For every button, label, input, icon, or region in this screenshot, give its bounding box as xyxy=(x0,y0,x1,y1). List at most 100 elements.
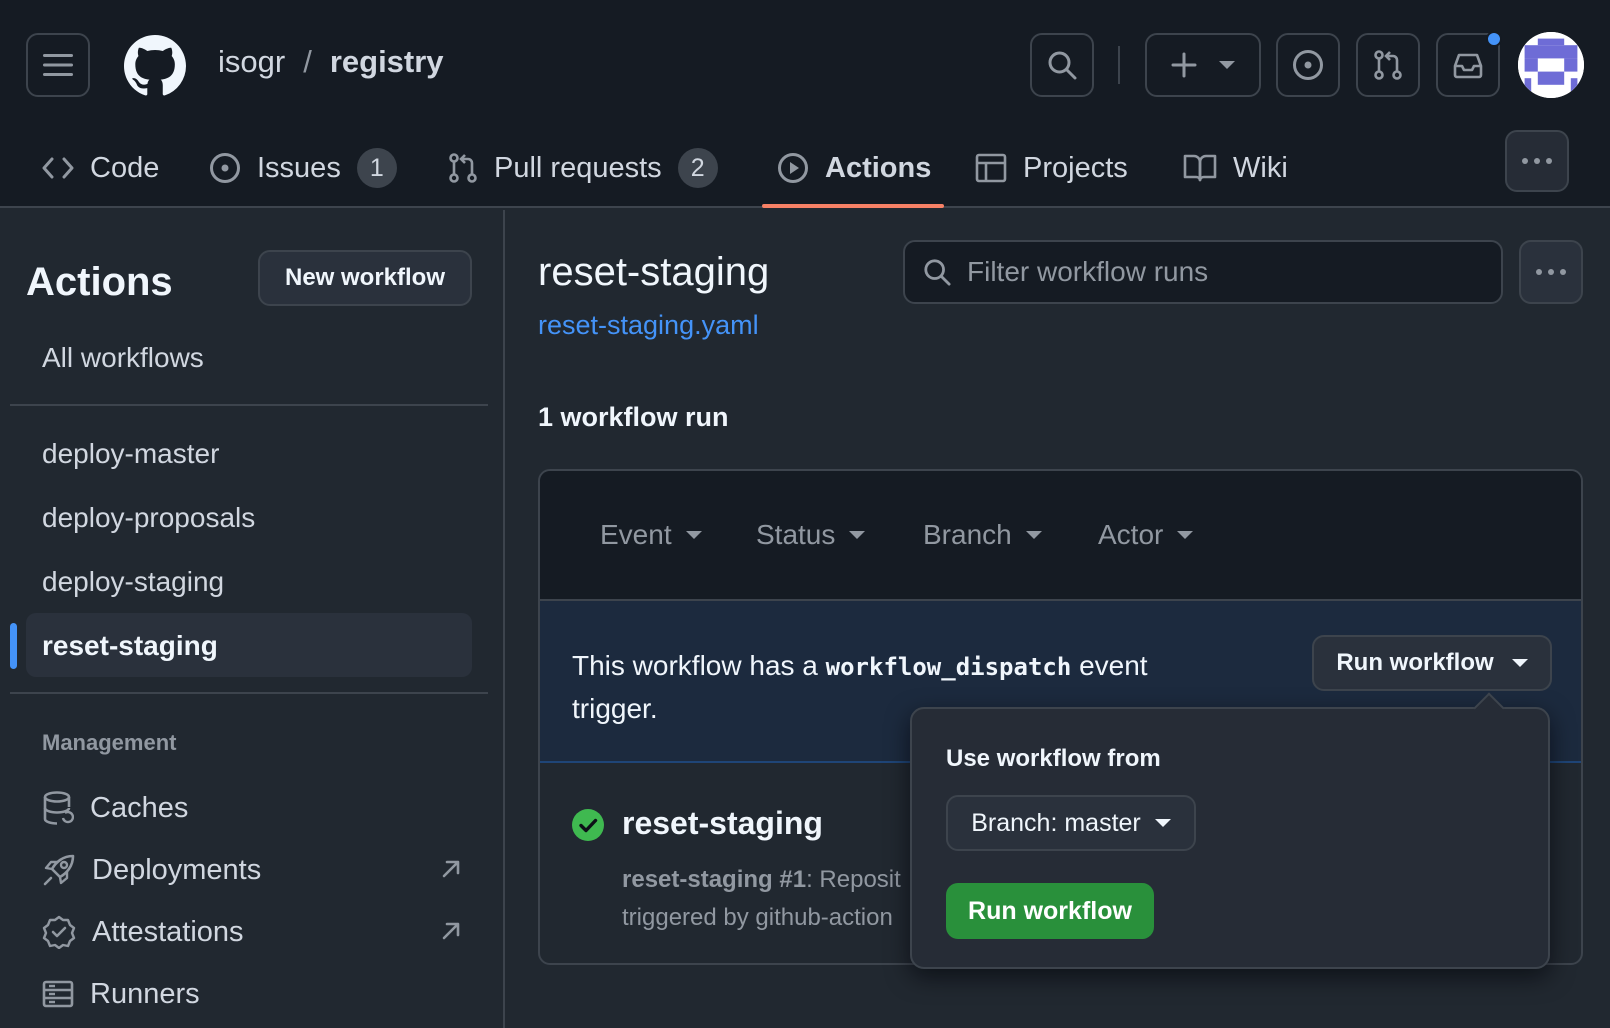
new-workflow-button[interactable]: New workflow xyxy=(258,250,472,306)
sidebar-title: Actions xyxy=(26,260,173,304)
link-external-icon xyxy=(442,922,460,940)
kebab-horizontal-icon xyxy=(1522,158,1552,164)
sidebar-item-all-workflows[interactable]: All workflows xyxy=(42,342,204,374)
dispatch-prefix: This workflow has a xyxy=(572,650,818,681)
table-icon xyxy=(975,153,1007,183)
database-icon xyxy=(43,791,74,825)
run-description: : Reposit xyxy=(806,866,901,893)
issue-opened-icon xyxy=(1293,50,1323,80)
tabs-overflow-button[interactable] xyxy=(1505,130,1569,192)
sidebar-item-label: Runners xyxy=(90,977,200,1010)
branch-select-label: Branch: master xyxy=(971,808,1141,837)
sidebar-item-deployments[interactable]: Deployments xyxy=(42,850,462,890)
link-external-icon xyxy=(442,860,460,878)
chevron-down-icon xyxy=(1219,61,1235,69)
verified-icon xyxy=(42,915,76,949)
sidebar-item-label: Caches xyxy=(90,791,189,824)
workflow-options-button[interactable] xyxy=(1519,240,1583,304)
dispatch-event-code: workflow_dispatch xyxy=(825,653,1072,681)
actions-sidebar: Actions New workflow All workflows deplo… xyxy=(0,210,505,1028)
workflow-run-meta: reset-staging #1: Reposit triggered by g… xyxy=(622,861,922,937)
run-workflow-submit-button[interactable]: Run workflow xyxy=(946,883,1154,939)
play-icon xyxy=(778,153,808,183)
tab-code[interactable]: Code xyxy=(42,128,159,208)
sidebar-item-caches[interactable]: Caches xyxy=(42,788,462,828)
filter-label: Event xyxy=(600,519,672,550)
tab-label: Actions xyxy=(825,151,932,184)
workflow-file-link[interactable]: reset-staging.yaml xyxy=(538,310,759,341)
sidebar-item-workflow[interactable]: deploy-proposals xyxy=(42,502,255,534)
tab-label: Wiki xyxy=(1233,151,1288,184)
git-pull-request-icon xyxy=(1374,50,1402,80)
pull-requests-count-badge: 2 xyxy=(677,148,718,188)
create-new-button[interactable] xyxy=(1145,33,1261,97)
hamburger-icon xyxy=(43,54,73,76)
code-icon xyxy=(42,157,74,179)
tab-projects[interactable]: Projects xyxy=(975,128,1128,208)
header-divider xyxy=(1118,46,1120,84)
sidebar-item-workflow-active[interactable]: reset-staging xyxy=(42,630,218,662)
run-trigger: triggered by github-action xyxy=(622,904,893,931)
use-workflow-from-label: Use workflow from xyxy=(946,745,1161,772)
chevron-down-icon xyxy=(849,531,866,539)
management-heading: Management xyxy=(42,730,177,755)
filter-label: Branch xyxy=(923,519,1012,550)
sidebar-item-label: Attestations xyxy=(92,915,244,948)
tab-actions[interactable]: Actions xyxy=(777,128,931,208)
sidebar-divider xyxy=(10,692,488,694)
sidebar-item-runners[interactable]: Runners xyxy=(42,974,462,1014)
chevron-down-icon xyxy=(1154,819,1171,827)
kebab-horizontal-icon xyxy=(1536,269,1566,275)
workflow-run-title-link[interactable]: reset-staging xyxy=(622,805,823,842)
run-number: #1 xyxy=(779,866,807,893)
plus-icon xyxy=(1171,52,1197,78)
tab-issues[interactable]: Issues 1 xyxy=(209,128,397,208)
tab-label: Code xyxy=(90,151,160,184)
app-header: isogr / registry Code Issues 1 Pull requ… xyxy=(0,0,1610,208)
branch-filter-dropdown[interactable]: Branch xyxy=(923,519,1042,551)
avatar[interactable] xyxy=(1518,32,1584,98)
github-logo-icon[interactable] xyxy=(124,35,186,97)
tab-label: Projects xyxy=(1023,151,1128,184)
user-avatar-icon xyxy=(1518,32,1584,98)
your-issues-button[interactable] xyxy=(1276,33,1340,97)
event-filter-dropdown[interactable]: Event xyxy=(600,519,702,551)
run-workflow-popover: Use workflow from Branch: master Run wor… xyxy=(910,707,1550,969)
filter-workflow-runs-input[interactable]: Filter workflow runs xyxy=(903,240,1503,304)
tab-label: Issues xyxy=(257,151,341,184)
workflow-title: reset-staging xyxy=(538,250,770,294)
tab-pull-requests[interactable]: Pull requests 2 xyxy=(448,128,718,208)
runs-filter-bar: Event Status Branch Actor xyxy=(540,471,1581,601)
filter-label: Status xyxy=(756,519,836,550)
repo-name-link[interactable]: registry xyxy=(330,44,444,80)
your-pull-requests-button[interactable] xyxy=(1356,33,1420,97)
tab-wiki[interactable]: Wiki xyxy=(1183,128,1288,208)
actor-filter-dropdown[interactable]: Actor xyxy=(1098,519,1194,551)
sidebar-divider xyxy=(10,404,488,406)
rocket-icon xyxy=(43,854,75,886)
search-icon xyxy=(924,259,951,286)
branch-select-button[interactable]: Branch: master xyxy=(946,795,1196,851)
chevron-down-icon xyxy=(1025,531,1042,539)
menu-button[interactable] xyxy=(26,33,90,97)
status-filter-dropdown[interactable]: Status xyxy=(756,519,866,551)
run-workflow-name: reset-staging xyxy=(622,866,773,893)
inbox-icon xyxy=(1453,53,1483,79)
sidebar-item-workflow[interactable]: deploy-master xyxy=(42,438,219,470)
filter-placeholder: Filter workflow runs xyxy=(967,256,1209,287)
sidebar-active-indicator xyxy=(10,623,17,669)
run-workflow-label: Run workflow xyxy=(1336,649,1494,676)
repo-owner-link[interactable]: isogr xyxy=(218,44,285,80)
check-circle-fill-icon xyxy=(572,809,604,841)
breadcrumb: isogr / registry xyxy=(218,44,444,80)
run-workflow-dropdown-button[interactable]: Run workflow xyxy=(1312,635,1552,691)
chevron-down-icon xyxy=(1511,659,1528,667)
active-tab-indicator xyxy=(762,204,944,208)
sidebar-item-attestations[interactable]: Attestations xyxy=(42,912,462,952)
search-button[interactable] xyxy=(1030,33,1094,97)
server-icon xyxy=(42,980,74,1008)
book-icon xyxy=(1183,154,1217,182)
chevron-down-icon xyxy=(1177,531,1194,539)
sidebar-item-workflow[interactable]: deploy-staging xyxy=(42,566,224,598)
filter-label: Actor xyxy=(1098,519,1164,550)
